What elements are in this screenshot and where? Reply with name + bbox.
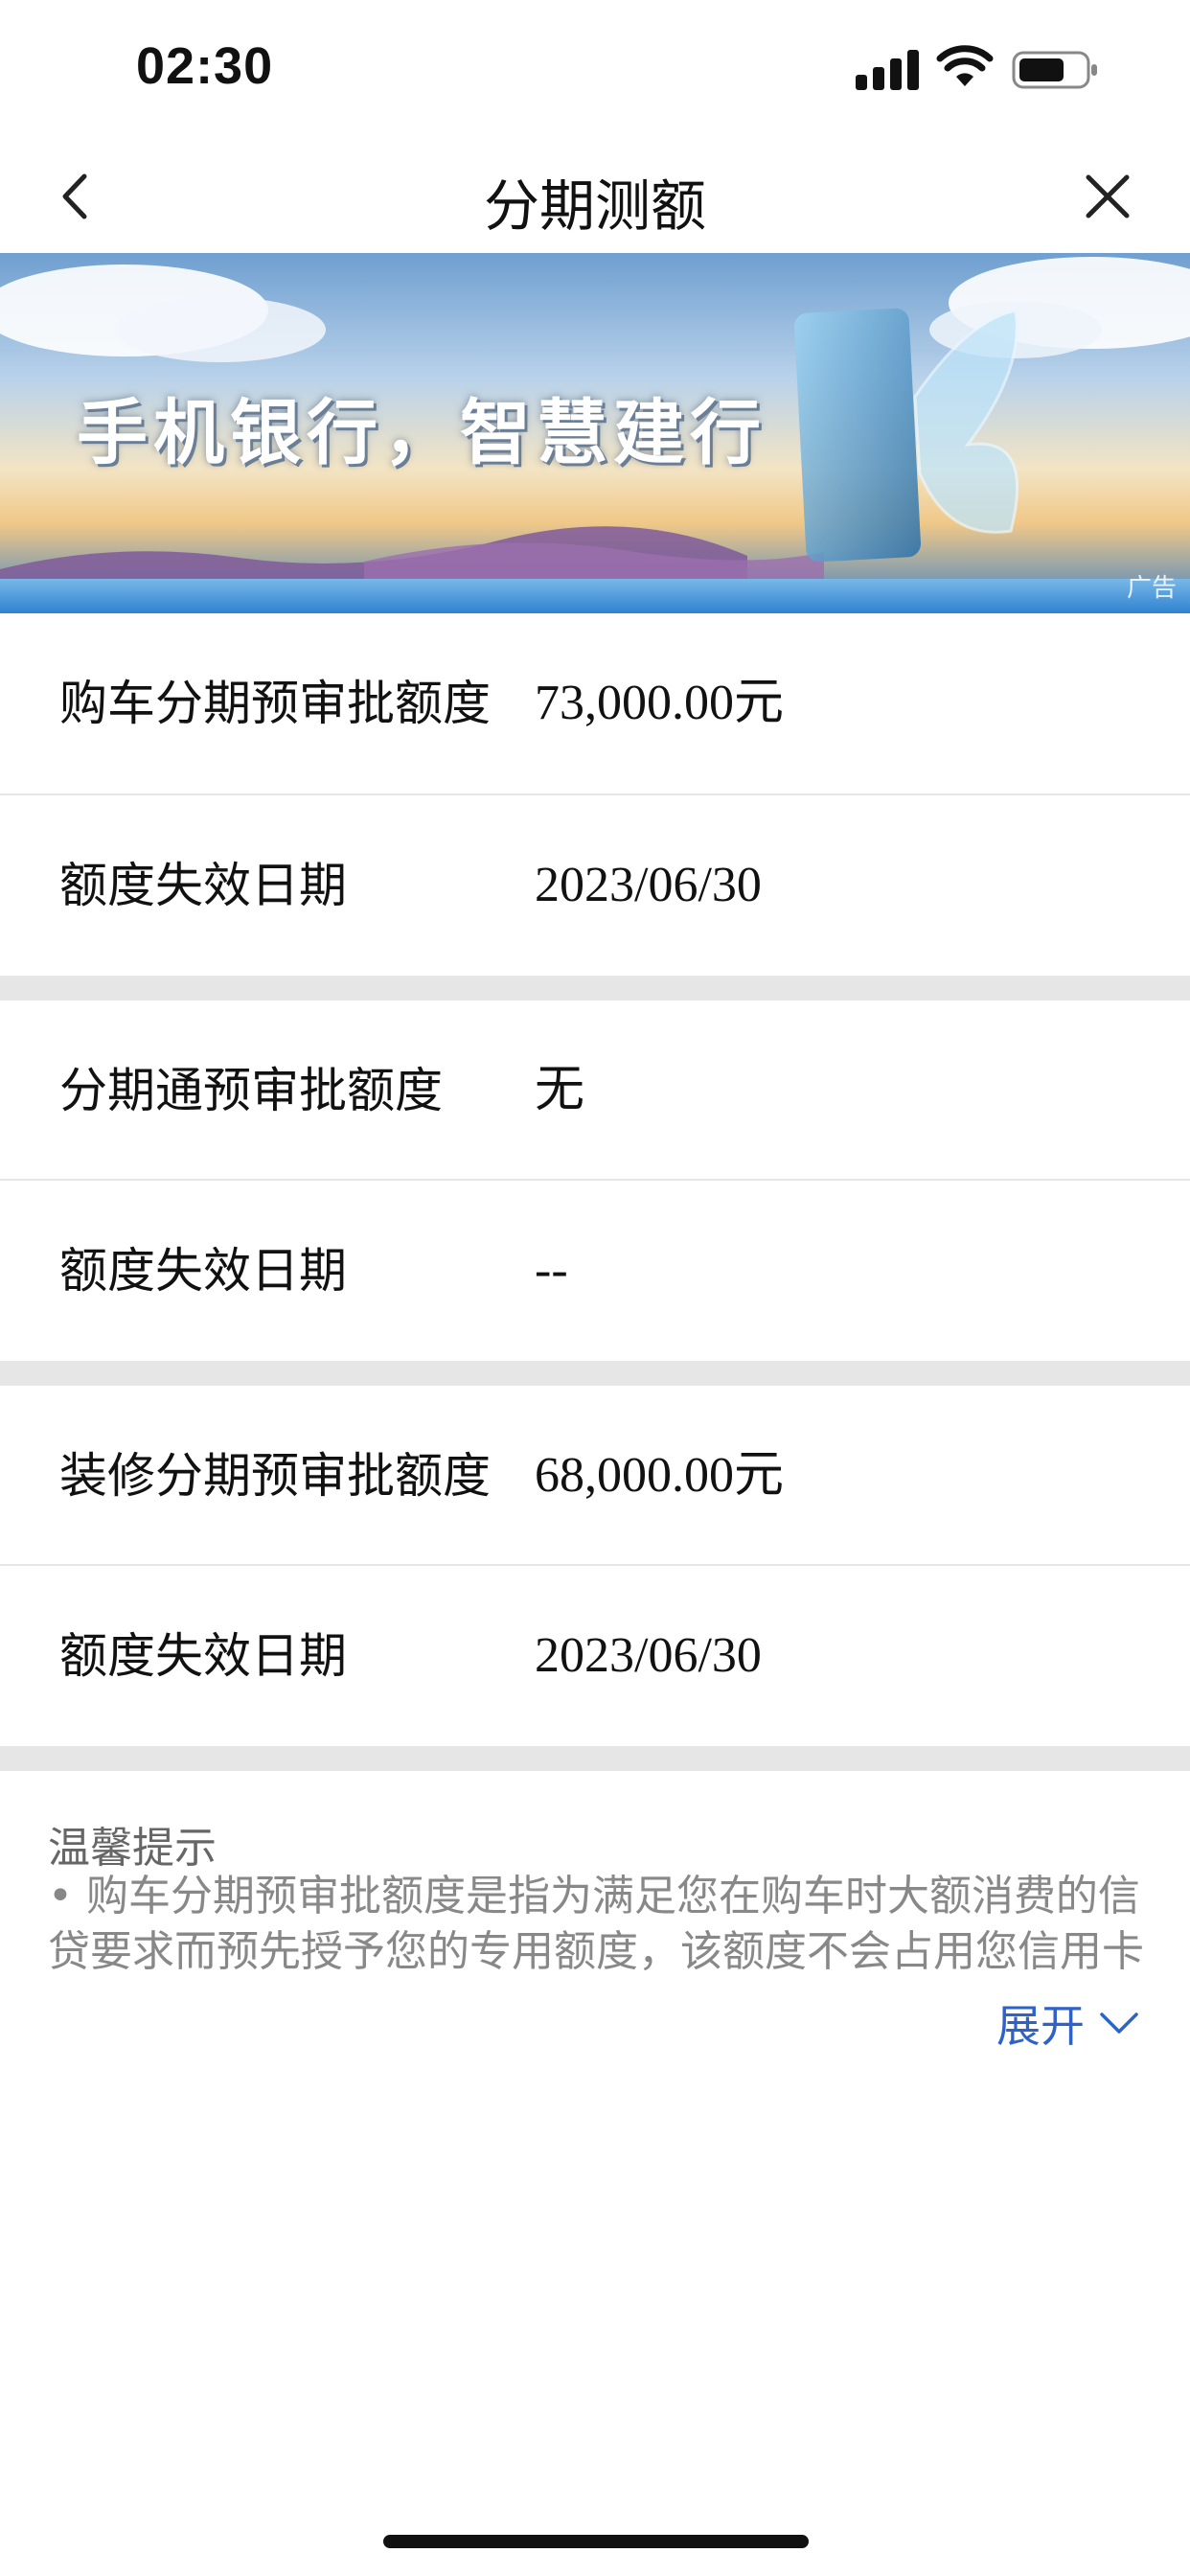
tip-text: • 购车分期预审批额度是指为满足您在购车时大额消费的信贷要求而预先授予您的专用额… — [48, 1872, 1144, 1976]
expand-button[interactable]: 展开 — [996, 1991, 1140, 2055]
page-title: 分期测额 — [483, 173, 706, 239]
installment-expiry-row: 额度失效日期 -- — [0, 1181, 1190, 1361]
car-loan-expiry-row: 额度失效日期 2023/06/30 — [0, 795, 1190, 976]
row-value: 68,000.00元 — [535, 1448, 785, 1503]
wifi-icon — [936, 45, 994, 86]
section-separator — [0, 976, 1190, 1000]
car-loan-quota-row: 购车分期预审批额度 73,000.00元 — [0, 613, 1190, 794]
row-value: -- — [535, 1243, 568, 1298]
banner-slogan: 手机银行，智慧建行 — [77, 392, 767, 474]
row-label: 装修分期预审批额度 — [59, 1448, 491, 1504]
row-label: 分期通预审批额度 — [59, 1063, 443, 1118]
status-time: 02:30 — [136, 37, 274, 95]
row-value: 2023/06/30 — [535, 1628, 762, 1683]
row-label: 额度失效日期 — [59, 1243, 347, 1299]
row-label: 购车分期预审批额度 — [59, 676, 491, 731]
expand-label: 展开 — [996, 2000, 1085, 2052]
ad-tag: 广告 — [1126, 574, 1177, 603]
tip-title: 温馨提示 — [48, 1824, 217, 1873]
row-value: 73,000.00元 — [535, 676, 785, 730]
renovation-expiry-row: 额度失效日期 2023/06/30 — [0, 1566, 1190, 1746]
section-separator — [0, 1361, 1190, 1386]
close-icon[interactable] — [1081, 165, 1134, 228]
ad-banner[interactable]: 手机银行，智慧建行 广告 — [0, 253, 1190, 613]
row-label: 额度失效日期 — [59, 1628, 347, 1684]
row-value: 无 — [535, 1063, 585, 1117]
status-bar: 02:30 — [0, 0, 1190, 144]
chevron-down-icon — [1100, 2012, 1138, 2034]
row-value: 2023/06/30 — [535, 858, 762, 912]
battery-icon — [1012, 51, 1097, 89]
navigation-bar: 分期测额 — [0, 144, 1190, 253]
row-label: 额度失效日期 — [59, 858, 347, 913]
renovation-quota-row: 装修分期预审批额度 68,000.00元 — [0, 1386, 1190, 1566]
cellular-signal-icon — [856, 48, 919, 90]
installment-quota-row: 分期通预审批额度 无 — [0, 1000, 1190, 1181]
home-indicator[interactable] — [383, 2535, 809, 2548]
section-separator — [0, 1746, 1190, 1771]
